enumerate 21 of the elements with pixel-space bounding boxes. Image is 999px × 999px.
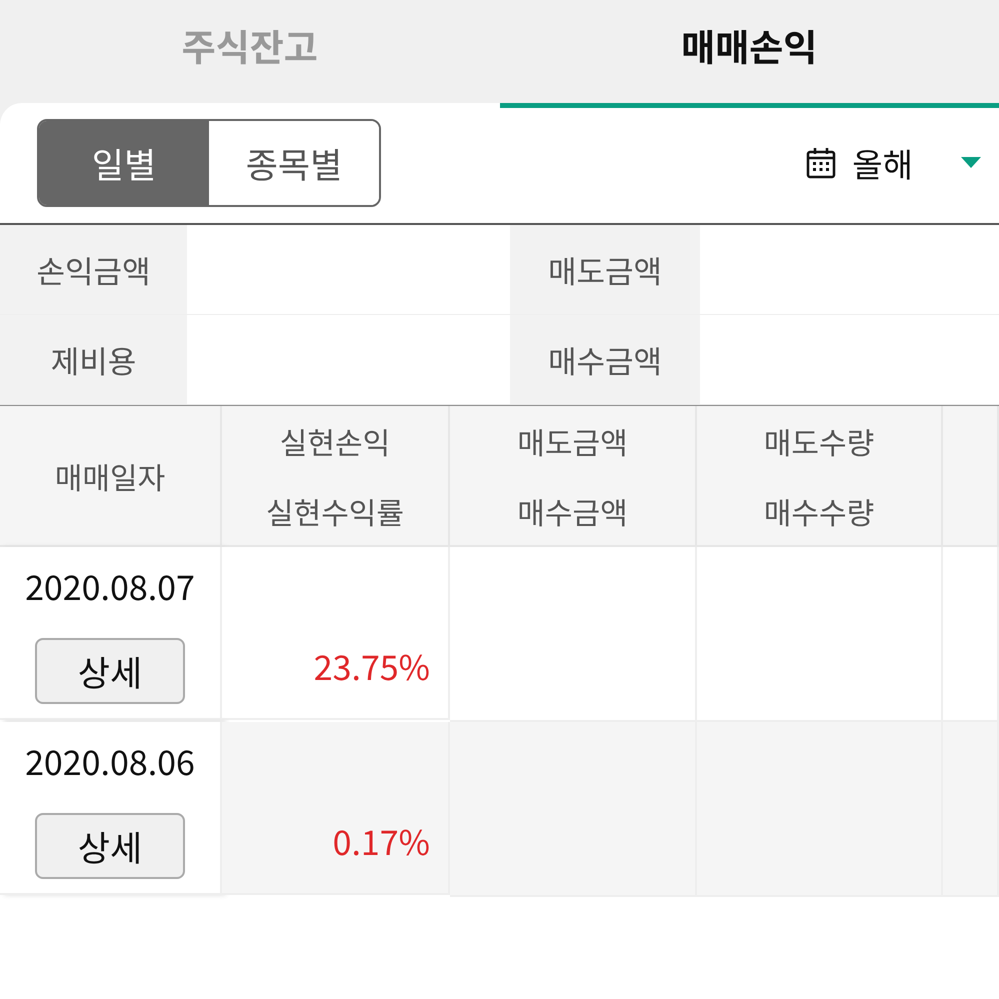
column-header: 매매일자 <box>54 454 166 498</box>
summary-label: 매도금액 <box>510 225 700 315</box>
return-rate: 23.75% <box>314 641 430 690</box>
period-label[interactable]: 올해 <box>852 139 913 187</box>
summary-label: 손익금액 <box>0 225 187 315</box>
trade-date: 2020.08.06 <box>25 736 195 785</box>
dropdown-caret-icon[interactable] <box>961 157 981 169</box>
summary-label: 매수금액 <box>510 315 700 405</box>
calendar-icon <box>806 147 836 179</box>
column-header: 매도금액 <box>517 418 628 462</box>
toggle-option[interactable]: 일별 <box>39 121 209 205</box>
column-header: 매수금액 <box>517 488 628 532</box>
summary-label: 제비용 <box>0 315 187 405</box>
detail-button[interactable]: 상세 <box>35 638 185 704</box>
column-header: 실현수익률 <box>266 488 404 532</box>
trade-date: 2020.08.07 <box>25 561 195 610</box>
return-rate: 0.17% <box>332 816 430 865</box>
column-header: 실현손익 <box>280 418 390 462</box>
detail-button[interactable]: 상세 <box>35 813 185 879</box>
column-header: 매수수량 <box>764 488 874 532</box>
column-header: 매도수량 <box>764 418 874 462</box>
